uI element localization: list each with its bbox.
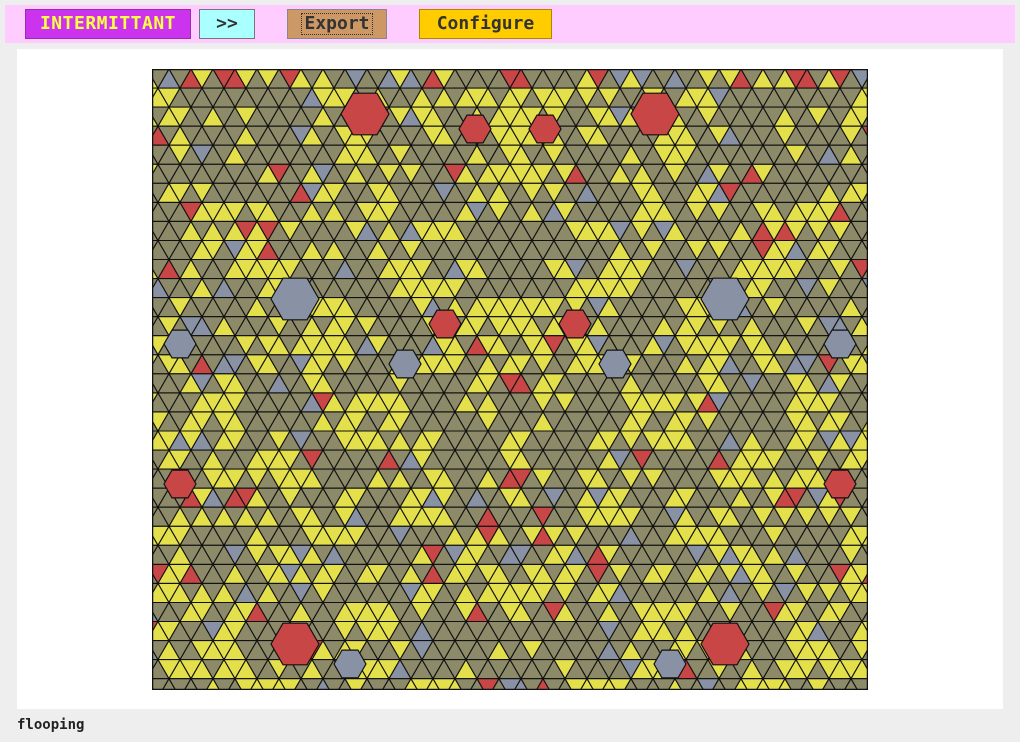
triangle-tiles [152, 69, 868, 690]
configure-button[interactable]: Configure [419, 9, 552, 39]
canvas-panel [17, 49, 1003, 709]
export-button-label: Export [301, 13, 373, 35]
status-text: flooping [17, 717, 85, 733]
next-button[interactable]: >> [199, 9, 255, 39]
tiling-canvas[interactable] [152, 69, 868, 690]
mode-toggle-button[interactable]: INTERMITTANT [25, 9, 191, 39]
toolbar: INTERMITTANT >> Export Configure [5, 5, 1015, 43]
export-button[interactable]: Export [287, 9, 387, 39]
